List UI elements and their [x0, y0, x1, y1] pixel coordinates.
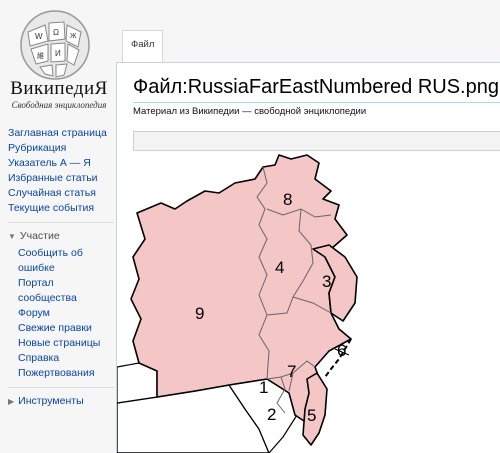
sidebar-item-categories[interactable]: Рубрикация — [8, 141, 114, 156]
triangle-right-icon: ▶ — [8, 397, 15, 406]
svg-text:維: 維 — [37, 51, 44, 60]
wikipedia-logo[interactable]: W Ω Ж И 維 ВикипедиЯ Свободная энциклопед… — [0, 0, 114, 118]
portal-tools-heading[interactable]: ▶ Инструменты — [8, 394, 114, 409]
map-label-region-4: 4 — [275, 258, 284, 277]
sidebar-item-recent-changes[interactable]: Свежие правки — [18, 321, 114, 336]
content-area: Файл:RussiaFarEastNumbered RUS.png Матер… — [116, 62, 500, 453]
map-label-region-1: 1 — [259, 378, 268, 397]
sidebar-item-random[interactable]: Случайная статья — [8, 186, 114, 201]
sidebar-item-forum[interactable]: Форум — [18, 306, 114, 321]
title-divider — [133, 102, 500, 103]
sidebar-item-community-portal[interactable]: Портал сообщества — [18, 276, 114, 306]
sidebar-item-help[interactable]: Справка — [18, 351, 114, 366]
far-east-map-image[interactable]: 8 4 3 9 6 7 1 2 5 — [117, 153, 500, 453]
svg-text:Ж: Ж — [70, 33, 77, 40]
sidebar-item-main-page[interactable]: Заглавная страница — [8, 126, 114, 141]
sidebar-item-featured[interactable]: Избранные статьи — [8, 171, 114, 186]
page-tabs: Файл — [116, 30, 500, 62]
wikipedia-tagline: Свободная энциклопедия — [11, 100, 107, 110]
map-label-region-8: 8 — [283, 190, 292, 209]
portal-participation-heading[interactable]: ▼ Участие — [8, 229, 114, 244]
sidebar: Заглавная страница Рубрикация Указатель … — [8, 126, 114, 409]
map-label-region-6: 6 — [337, 341, 346, 360]
sidebar-divider — [8, 222, 114, 223]
tab-file[interactable]: Файл — [122, 30, 164, 62]
sidebar-item-new-pages[interactable]: Новые страницы — [18, 336, 114, 351]
svg-text:W: W — [35, 32, 43, 41]
sidebar-item-current-events[interactable]: Текущие события — [8, 201, 114, 216]
map-label-region-7: 7 — [287, 362, 296, 381]
wikipedia-wordmark: ВикипедиЯ — [10, 78, 108, 99]
map-label-region-3: 3 — [322, 272, 331, 291]
wikipedia-globe-icon: W Ω Ж И 維 — [20, 10, 90, 80]
map-label-region-5: 5 — [307, 406, 316, 425]
page-title: Файл:RussiaFarEastNumbered RUS.png — [133, 76, 499, 98]
portal-participation-list: Сообщить об ошибке Портал сообщества Фор… — [8, 246, 114, 381]
sidebar-item-tools[interactable]: Инструменты — [18, 394, 83, 409]
map-label-region-2: 2 — [267, 405, 276, 424]
sidebar-divider — [8, 387, 114, 388]
map-label-region-9: 9 — [195, 304, 204, 323]
file-toolbar — [133, 131, 500, 151]
svg-text:Ω: Ω — [53, 28, 59, 37]
portal-heading-label: Участие — [19, 230, 60, 242]
svg-text:И: И — [55, 49, 61, 58]
sidebar-item-donate[interactable]: Пожертвования — [18, 366, 114, 381]
page-subtitle: Материал из Википедии — свободной энцикл… — [133, 106, 367, 117]
sidebar-item-index[interactable]: Указатель А — Я — [8, 156, 114, 171]
triangle-down-icon: ▼ — [8, 232, 16, 241]
sidebar-item-report-error[interactable]: Сообщить об ошибке — [18, 246, 114, 276]
